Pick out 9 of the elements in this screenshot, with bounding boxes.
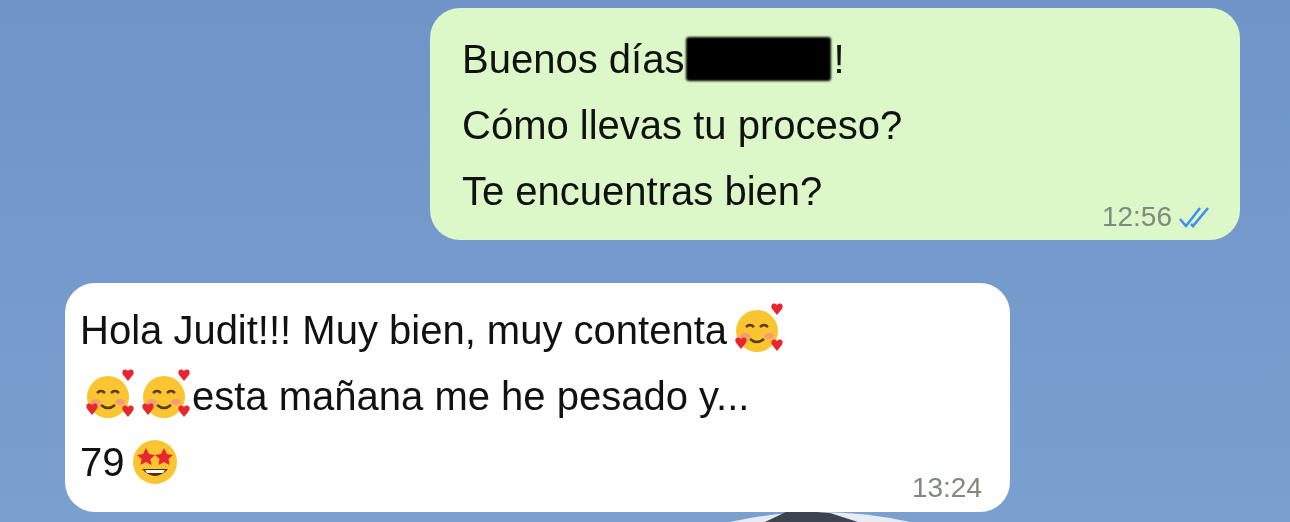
message-text: ! xyxy=(833,36,845,83)
message-text: 79 xyxy=(80,439,125,486)
message-text: Te encuentras bien? xyxy=(462,168,823,215)
message-text: Buenos días xyxy=(462,36,685,83)
message-text: esta mañana me he pesado y... xyxy=(192,373,750,420)
message-text: Hola Judit!!! Muy bien, muy contenta xyxy=(80,307,727,354)
message-text: Cómo llevas tu proceso? xyxy=(462,102,903,149)
message-time: 12:56 xyxy=(1101,200,1172,234)
message-time: 13:24 xyxy=(911,471,982,505)
